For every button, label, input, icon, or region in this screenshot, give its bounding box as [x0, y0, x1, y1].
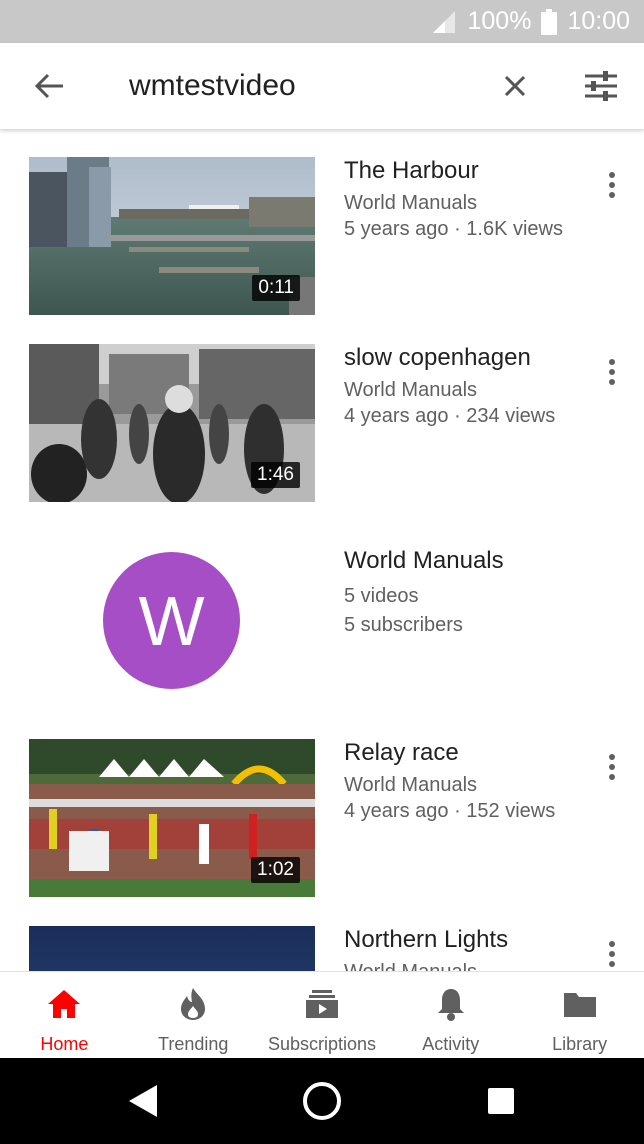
nav-home[interactable]: Home	[0, 972, 129, 1059]
home-icon	[46, 986, 82, 1022]
video-meta: 5 years ago · 1.6K views	[344, 218, 563, 240]
battery-percent: 100%	[467, 7, 532, 35]
clear-search-button[interactable]	[492, 63, 538, 109]
northern-lights-thumbnail-image	[29, 926, 315, 971]
more-options-button[interactable]	[596, 352, 628, 392]
back-button[interactable]	[24, 63, 74, 109]
system-recents-button[interactable]	[479, 1079, 523, 1123]
nav-activity[interactable]: Activity	[386, 972, 515, 1059]
status-indicators: 100% 10:00	[431, 0, 630, 43]
video-meta: 4 years ago · 234 views	[344, 405, 556, 427]
more-vert-icon	[609, 941, 615, 967]
signal-icon	[433, 10, 456, 33]
video-meta: 4 years ago · 152 views	[344, 800, 556, 822]
bell-icon	[433, 986, 469, 1022]
search-bar: wmtestvideo	[0, 43, 644, 129]
nav-label: Library	[552, 1034, 608, 1054]
video-thumbnail[interactable]: 0:11	[29, 157, 315, 315]
video-title[interactable]: Northern Lights	[344, 926, 508, 954]
folder-icon	[562, 986, 598, 1022]
back-triangle-icon	[129, 1085, 157, 1117]
arrow-back-icon	[34, 73, 63, 99]
video-title[interactable]: slow copenhagen	[344, 344, 531, 372]
video-channel: World Manuals	[344, 961, 477, 971]
channel-name[interactable]: World Manuals	[344, 547, 504, 575]
more-vert-icon	[609, 754, 615, 780]
nav-subscriptions[interactable]: Subscriptions	[258, 972, 387, 1059]
system-back-button[interactable]	[121, 1079, 165, 1123]
battery-icon	[541, 8, 558, 35]
search-query[interactable]: wmtestvideo	[129, 43, 296, 129]
home-circle-icon	[303, 1082, 341, 1120]
nav-label: Home	[40, 1034, 89, 1054]
nav-trending[interactable]: Trending	[129, 972, 258, 1059]
search-results: 0:11 The Harbour World Manuals 5 years a…	[0, 129, 644, 971]
video-result[interactable]: 1:02 Relay race World Manuals 4 years ag…	[0, 739, 644, 899]
video-duration: 1:02	[251, 857, 300, 883]
status-bar: 100% 10:00	[0, 0, 644, 43]
video-duration: 1:46	[251, 462, 300, 488]
video-channel: World Manuals	[344, 774, 478, 796]
tune-icon	[585, 71, 617, 101]
nav-label: Trending	[158, 1034, 229, 1054]
subscriptions-icon	[304, 986, 340, 1022]
nav-library[interactable]: Library	[515, 972, 644, 1059]
system-home-button[interactable]	[300, 1079, 344, 1123]
more-options-button[interactable]	[596, 165, 628, 205]
video-result[interactable]: 0:11 The Harbour World Manuals 5 years a…	[0, 157, 644, 317]
video-result[interactable]: Northern Lights World Manuals	[0, 926, 644, 971]
video-result[interactable]: 1:46 slow copenhagen World Manuals 4 yea…	[0, 344, 644, 504]
close-icon	[504, 75, 526, 97]
channel-avatar[interactable]: W	[103, 552, 240, 689]
system-navigation-bar	[0, 1058, 644, 1144]
video-thumbnail[interactable]	[29, 926, 315, 971]
video-channel: World Manuals	[344, 379, 478, 401]
recents-square-icon	[488, 1088, 514, 1114]
video-title[interactable]: The Harbour	[344, 157, 479, 185]
flame-icon	[175, 986, 211, 1022]
video-thumbnail[interactable]: 1:46	[29, 344, 315, 502]
channel-video-count: 5 videos	[344, 585, 419, 607]
video-channel: World Manuals	[344, 192, 478, 214]
more-vert-icon	[609, 359, 615, 385]
video-duration: 0:11	[252, 275, 300, 301]
more-vert-icon	[609, 172, 615, 198]
filter-button[interactable]	[578, 63, 624, 109]
video-title[interactable]: Relay race	[344, 739, 459, 767]
video-thumbnail[interactable]: 1:02	[29, 739, 315, 897]
more-options-button[interactable]	[596, 747, 628, 787]
more-options-button[interactable]	[596, 934, 628, 971]
channel-subscriber-count: 5 subscribers	[344, 614, 463, 636]
clock: 10:00	[567, 7, 630, 35]
bottom-navigation: Home Trending Subscriptions Activity Lib…	[0, 971, 644, 1059]
nav-label: Subscriptions	[267, 1034, 377, 1054]
nav-label: Activity	[422, 1034, 480, 1054]
